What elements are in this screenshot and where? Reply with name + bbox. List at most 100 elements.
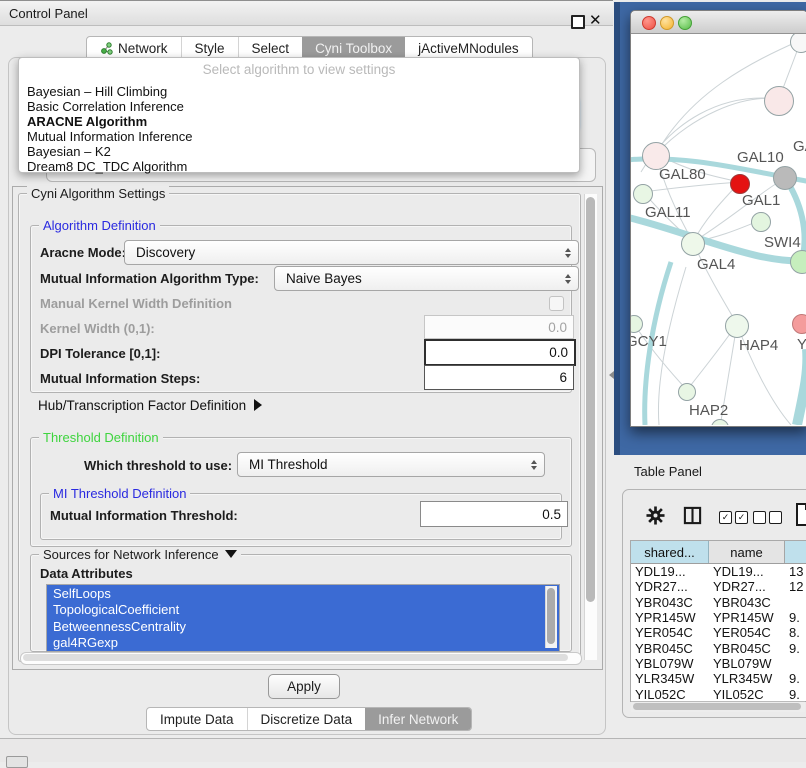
tab-network-label: Network: [118, 41, 168, 56]
data-attributes-label: Data Attributes: [40, 566, 133, 581]
settings-horizontal-scrollbar[interactable]: [20, 652, 582, 665]
control-panel-title: Control Panel: [9, 6, 88, 21]
node-label: GAL11: [645, 204, 691, 221]
chevron-right-icon: [254, 399, 262, 411]
close-traffic-light[interactable]: [642, 16, 656, 30]
table-row[interactable]: YBL079W YBL079W: [631, 656, 806, 671]
columns-icon: [683, 506, 702, 525]
tab-impute-data[interactable]: Impute Data: [147, 708, 247, 730]
network-node-gal10-selected[interactable]: [730, 174, 750, 194]
mi-algorithm-type-combobox[interactable]: Naive Bayes: [274, 266, 579, 291]
table-settings-button[interactable]: [646, 506, 665, 525]
gear-icon: [646, 506, 665, 525]
table-row[interactable]: YDR27... YDR27... 12: [631, 579, 806, 594]
table-row[interactable]: YBR045C YBR045C 9.: [631, 641, 806, 656]
kernel-width-label: Kernel Width (0,1):: [40, 321, 155, 336]
node-label: HAP4: [739, 337, 778, 354]
network-node-gal4[interactable]: [681, 232, 705, 256]
algorithm-option[interactable]: Basic Correlation Inference: [27, 99, 184, 114]
which-threshold-value: MI Threshold: [249, 457, 328, 472]
apply-button[interactable]: Apply: [268, 674, 340, 699]
network-node[interactable]: [792, 314, 806, 334]
chevron-down-icon: [225, 550, 237, 558]
list-item[interactable]: gal4RGexp: [47, 635, 559, 652]
network-node-hap2[interactable]: [678, 383, 696, 401]
threshold-definition-title: Threshold Definition: [39, 430, 163, 445]
network-window-titlebar[interactable]: [631, 11, 806, 34]
deselect-all-columns-button[interactable]: [753, 511, 782, 524]
network-node[interactable]: [764, 86, 794, 116]
mi-steps-label: Mutual Information Steps:: [40, 371, 200, 386]
checked-box-icon: ✓: [719, 511, 732, 524]
control-panel-titlebar: Control Panel: [0, 0, 613, 26]
network-icon: [100, 42, 113, 55]
stepper-icon: [531, 460, 537, 470]
node-label: SWI4: [764, 234, 801, 251]
table-row[interactable]: YPR145W YPR145W 9.: [631, 610, 806, 625]
sources-group-title: Sources for Network Inference: [39, 547, 241, 562]
node-label: GAL4: [697, 256, 735, 273]
status-bar: [0, 739, 806, 762]
network-canvas[interactable]: GAL GAL80 GAL10 GAL11 GAL1 SWI4 GAL4 GCY…: [631, 34, 806, 425]
zoom-traffic-light[interactable]: [678, 16, 692, 30]
minimize-traffic-light[interactable]: [660, 16, 674, 30]
algorithm-popup-prompt: Select algorithm to view settings: [19, 62, 579, 77]
node-label: Y: [797, 336, 806, 353]
which-threshold-label: Which threshold to use:: [84, 458, 232, 473]
dpi-tolerance-field[interactable]: 0.0: [424, 339, 576, 366]
show-columns-button[interactable]: [683, 506, 702, 525]
table-row[interactable]: YBR043C YBR043C: [631, 595, 806, 610]
column-header-partial[interactable]: [785, 541, 806, 563]
tab-discretize-data[interactable]: Discretize Data: [247, 708, 366, 730]
mi-threshold-group-title: MI Threshold Definition: [49, 486, 190, 501]
table-header-row: shared... name: [631, 541, 806, 564]
algorithm-option[interactable]: Dream8 DC_TDC Algorithm: [27, 159, 187, 174]
algorithm-option[interactable]: Mutual Information Inference: [27, 129, 192, 144]
node-label: GAL80: [659, 166, 706, 183]
mi-steps-field[interactable]: 6: [424, 365, 574, 390]
table-row[interactable]: YER054C YER054C 8.: [631, 625, 806, 640]
algorithm-option-selected[interactable]: ARACNE Algorithm: [27, 114, 147, 129]
list-item[interactable]: SelfLoops: [47, 585, 559, 602]
mi-threshold-label: Mutual Information Threshold:: [50, 508, 238, 523]
network-node-gal11[interactable]: [633, 184, 653, 204]
select-all-columns-button[interactable]: ✓ ✓: [719, 511, 748, 524]
network-node-gal1[interactable]: [751, 212, 771, 232]
manual-kernel-checkbox[interactable]: [549, 296, 564, 311]
list-scrollbar[interactable]: [545, 586, 557, 648]
list-item[interactable]: TopologicalCoefficient: [47, 602, 559, 619]
node-label: GAL10: [737, 149, 784, 166]
which-threshold-combobox[interactable]: MI Threshold: [237, 452, 545, 477]
column-header-shared-name[interactable]: shared...: [631, 541, 709, 563]
node-label: GCY1: [631, 333, 667, 350]
table-row[interactable]: YLR345W YLR345W 9.: [631, 671, 806, 686]
status-bar-widget[interactable]: [6, 756, 28, 768]
node-label: GAL1: [742, 192, 780, 209]
network-node-hap4[interactable]: [725, 314, 749, 338]
algorithm-option[interactable]: Bayesian – K2: [27, 144, 111, 159]
settings-vertical-scrollbar[interactable]: [584, 194, 597, 660]
checked-box-icon: ✓: [735, 511, 748, 524]
network-node[interactable]: [773, 166, 797, 190]
manual-kernel-label: Manual Kernel Width Definition: [40, 296, 232, 311]
mi-threshold-field[interactable]: 0.5: [420, 501, 568, 527]
table-horizontal-scrollbar[interactable]: [631, 701, 805, 712]
unchecked-box-icon: [769, 511, 782, 524]
algorithm-option[interactable]: Bayesian – Hill Climbing: [27, 84, 167, 99]
kernel-width-field[interactable]: 0.0: [424, 315, 574, 339]
network-window[interactable]: GAL GAL80 GAL10 GAL11 GAL1 SWI4 GAL4 GCY…: [630, 10, 806, 427]
document-icon: [795, 503, 806, 526]
table-row[interactable]: YIL052C YIL052C 9.: [631, 686, 806, 701]
float-window-icon[interactable]: [571, 15, 585, 29]
table-row[interactable]: YDL19... YDL19... 13: [631, 564, 806, 579]
tab-infer-network[interactable]: Infer Network: [365, 708, 471, 730]
close-icon[interactable]: ✕: [589, 11, 602, 29]
mi-algorithm-type-value: Naive Bayes: [286, 271, 362, 286]
export-table-button[interactable]: [795, 503, 806, 526]
column-header-name[interactable]: name: [709, 541, 785, 563]
hub-definition-expander[interactable]: Hub/Transcription Factor Definition: [38, 398, 262, 413]
stepper-icon: [565, 274, 571, 284]
aracne-mode-value: Discovery: [136, 245, 195, 260]
list-item[interactable]: BetweennessCentrality: [47, 618, 559, 635]
aracne-mode-combobox[interactable]: Discovery: [124, 240, 579, 265]
